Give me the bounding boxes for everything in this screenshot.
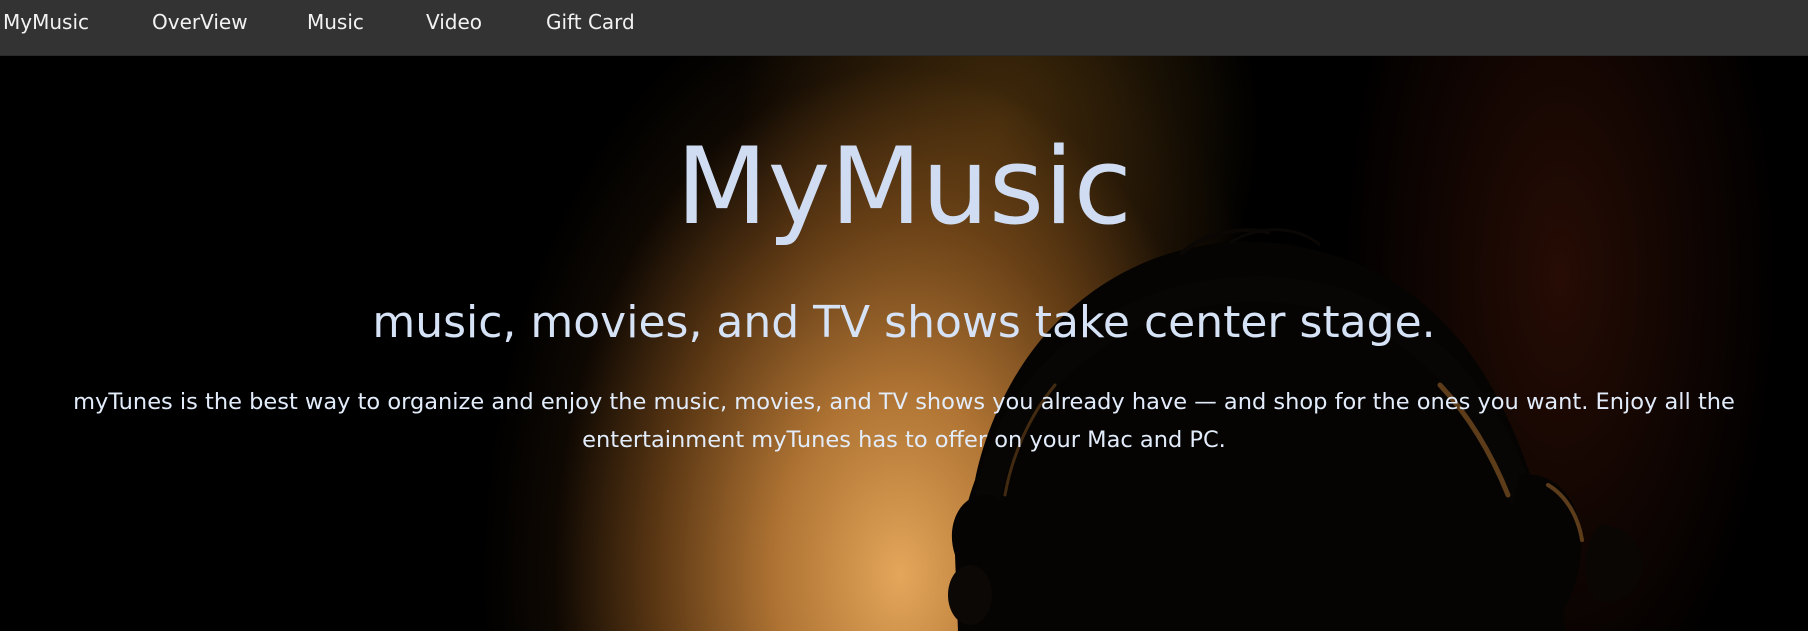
hero-subtitle: music, movies, and TV shows take center … <box>372 297 1436 348</box>
nav-brand-link[interactable]: MyMusic <box>3 0 89 45</box>
nav-link-music[interactable]: Music <box>307 0 364 45</box>
nav-link-video[interactable]: Video <box>426 0 482 45</box>
hero-description: myTunes is the best way to organize and … <box>73 389 1735 453</box>
nav-link-gift-card[interactable]: Gift Card <box>546 0 635 45</box>
hero-banner: MyMusic music, movies, and TV shows take… <box>0 55 1808 631</box>
hero-title: MyMusic <box>676 125 1132 248</box>
hero-text-block: MyMusic music, movies, and TV shows take… <box>0 55 1808 631</box>
nav-link-overview[interactable]: OverView <box>152 0 248 45</box>
top-navbar: MyMusic OverView Music Video Gift Card <box>0 0 1808 56</box>
